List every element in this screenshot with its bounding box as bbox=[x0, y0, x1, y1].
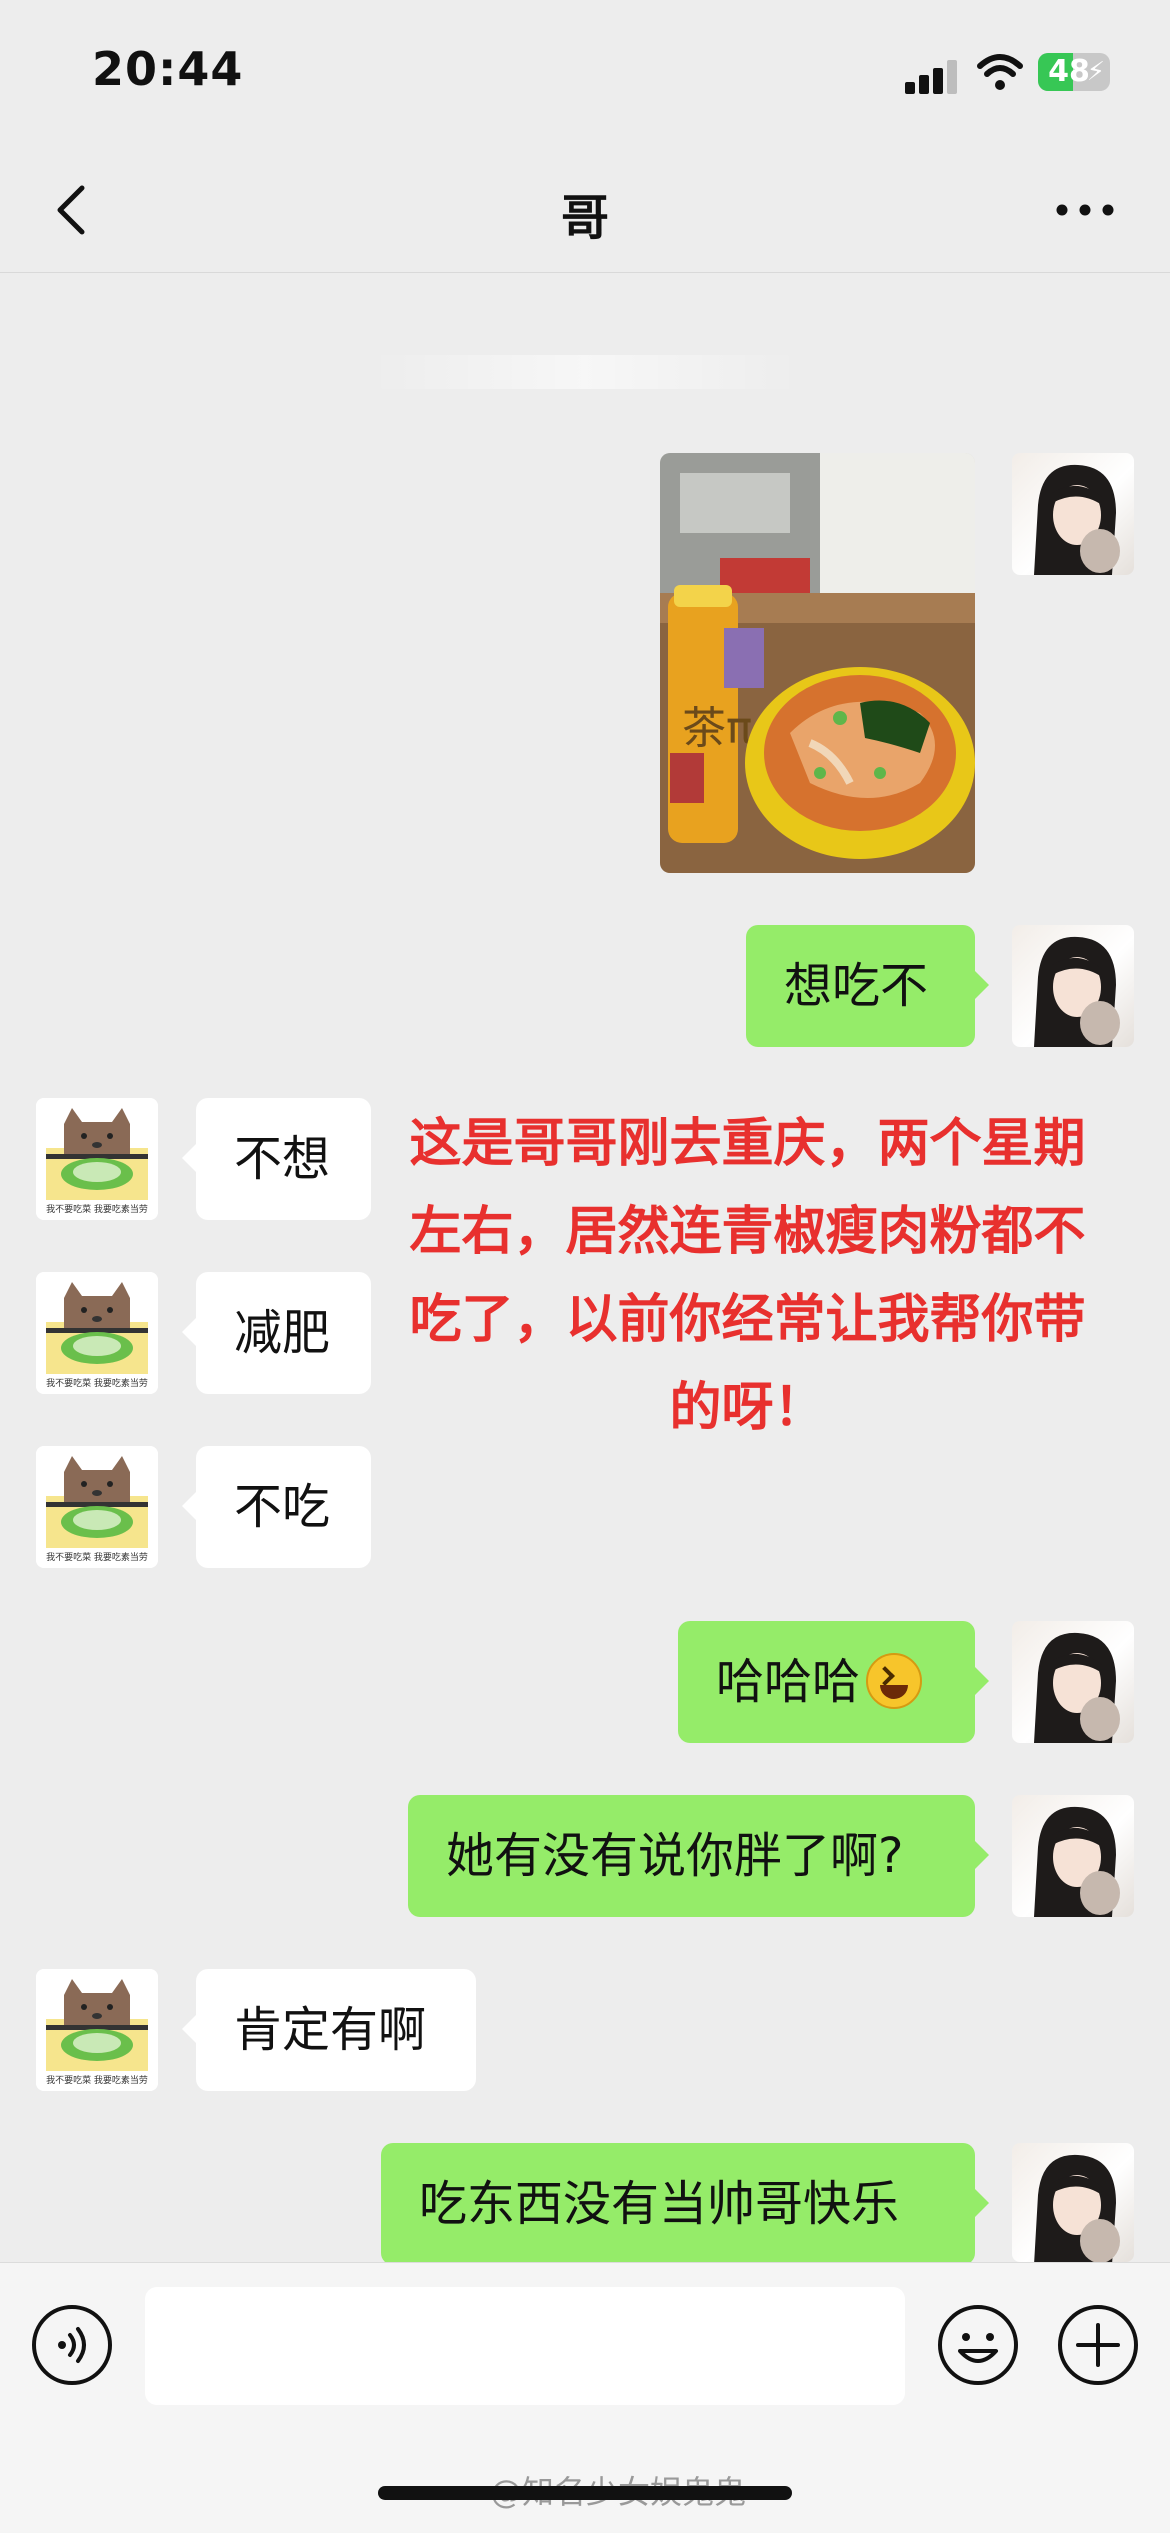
message-bubble-other[interactable]: 不想 bbox=[182, 1098, 371, 1220]
cat-sticker-avatar-icon: 我不要吃菜 我要吃素当劳 bbox=[36, 1969, 158, 2091]
message-bubble-self[interactable]: 她有没有说你胖了啊? bbox=[408, 1795, 989, 1917]
cat-sticker-avatar-icon: 我不要吃菜 我要吃素当劳 bbox=[36, 1446, 158, 1568]
message-bubble-self[interactable]: 想吃不 bbox=[746, 925, 989, 1047]
cat-sticker-avatar-icon: 我不要吃菜 我要吃素当劳 bbox=[36, 1272, 158, 1394]
battery-icon: 48 ⚡ bbox=[1038, 53, 1110, 91]
message-bubble-other[interactable]: 减肥 bbox=[182, 1272, 371, 1394]
message-text: 想吃不 bbox=[784, 958, 929, 1014]
emoji-icon[interactable] bbox=[936, 2303, 1020, 2387]
avatar-self-image bbox=[1034, 936, 1120, 1047]
message-text: 不想 bbox=[234, 1131, 331, 1187]
avatar-self-image bbox=[1034, 1806, 1120, 1917]
avatar-self-image bbox=[1034, 464, 1120, 575]
sticker-caption: 我不要吃菜 我要吃素当劳 bbox=[46, 1203, 148, 1215]
avatar-self[interactable] bbox=[1012, 453, 1134, 575]
food-photo[interactable]: 茶π bbox=[660, 453, 975, 873]
avatar-other[interactable]: 我不要吃菜 我要吃素当劳 bbox=[36, 1098, 158, 1220]
sticker-caption: 我不要吃菜 我要吃素当劳 bbox=[46, 1377, 148, 1389]
message-text: 不吃 bbox=[234, 1479, 331, 1535]
avatar-self[interactable] bbox=[1012, 1621, 1134, 1743]
message-bubble-self[interactable]: 哈哈哈 bbox=[678, 1621, 989, 1743]
message-text: 减肥 bbox=[234, 1305, 331, 1361]
avatar-self[interactable] bbox=[1012, 2143, 1134, 2262]
avatar-self-image bbox=[1034, 1632, 1120, 1743]
status-bar: 20:44 48 ⚡ bbox=[0, 0, 1170, 150]
avatar-other[interactable]: 我不要吃菜 我要吃素当劳 bbox=[36, 1969, 158, 2091]
message-text: 吃东西没有当帅哥快乐 bbox=[419, 2176, 900, 2232]
cat-sticker-avatar-icon: 我不要吃菜 我要吃素当劳 bbox=[36, 1098, 158, 1220]
avatar-self[interactable] bbox=[1012, 925, 1134, 1047]
avatar-other[interactable]: 我不要吃菜 我要吃素当劳 bbox=[36, 1272, 158, 1394]
chat-header: 哥 bbox=[0, 150, 1170, 273]
message-text: 肯定有啊 bbox=[234, 2002, 427, 2058]
faded-timestamp bbox=[370, 355, 800, 389]
message-bubble-other[interactable]: 不吃 bbox=[182, 1446, 371, 1568]
message-input[interactable] bbox=[145, 2287, 905, 2405]
avatar-other[interactable]: 我不要吃菜 我要吃素当劳 bbox=[36, 1446, 158, 1568]
cellular-signal-icon bbox=[905, 60, 957, 94]
avatar-self-image bbox=[1034, 2154, 1120, 2262]
status-time: 20:44 bbox=[92, 42, 244, 96]
more-options-icon[interactable] bbox=[1050, 190, 1120, 230]
food-photo-image: 茶π bbox=[660, 453, 975, 873]
message-text: 哈哈哈 bbox=[716, 1654, 861, 1710]
sticker-caption: 我不要吃菜 我要吃素当劳 bbox=[46, 1551, 148, 1563]
message-text: 她有没有说你胖了啊? bbox=[446, 1828, 904, 1884]
home-indicator bbox=[378, 2486, 792, 2500]
avatar-self[interactable] bbox=[1012, 1795, 1134, 1917]
voice-input-icon[interactable] bbox=[30, 2303, 114, 2387]
message-bubble-other[interactable]: 肯定有啊 bbox=[182, 1969, 476, 2091]
laughing-emoji-icon bbox=[866, 1653, 923, 1709]
sticker-caption: 我不要吃菜 我要吃素当劳 bbox=[46, 2074, 148, 2086]
overlay-annotation: 这是哥哥刚去重庆，两个星期左右，居然连青椒瘦肉粉都不吃了，以前你经常让我帮你带的… bbox=[409, 1114, 1086, 1438]
chat-title: 哥 bbox=[560, 190, 609, 246]
message-bubble-self[interactable]: 吃东西没有当帅哥快乐 bbox=[381, 2143, 989, 2265]
wifi-icon bbox=[977, 54, 1023, 90]
bottle-label: 茶π bbox=[682, 703, 753, 754]
add-attachment-icon[interactable] bbox=[1056, 2303, 1140, 2387]
